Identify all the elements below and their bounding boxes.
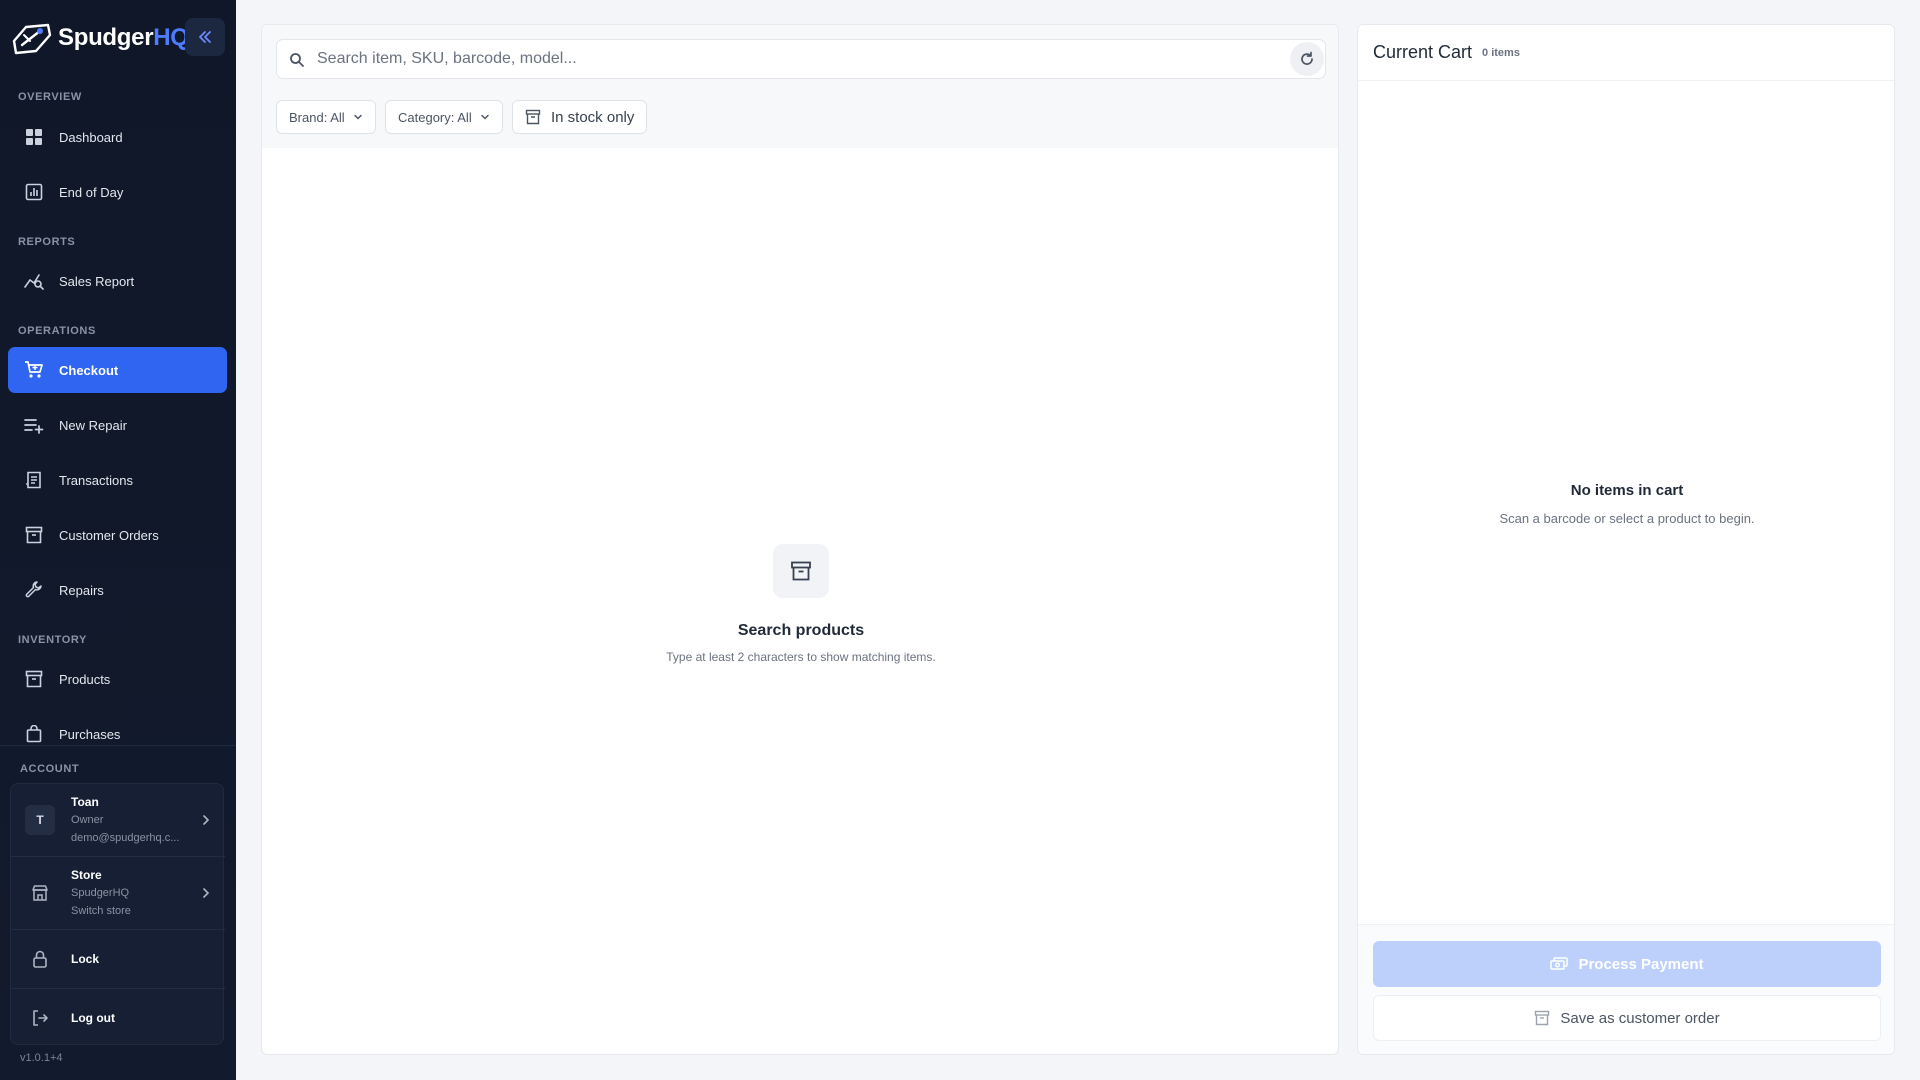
- cart-panel: Current Cart 0 items No items in cart Sc…: [1357, 24, 1895, 1055]
- cart-header: Current Cart 0 items: [1358, 25, 1894, 81]
- store-icon: [25, 884, 55, 902]
- sidebar-item-new-repair[interactable]: New Repair: [8, 402, 227, 448]
- in-stock-toggle[interactable]: In stock only: [512, 100, 648, 134]
- sidebar-item-label: Products: [59, 671, 111, 687]
- sidebar-item-label: Transactions: [59, 472, 133, 488]
- save-customer-order-button[interactable]: Save as customer order: [1373, 995, 1881, 1041]
- section-inventory: INVENTORY: [18, 634, 87, 646]
- chevron-right-icon: [203, 815, 210, 825]
- search-empty-state: Search products Type at least 2 characte…: [262, 544, 1338, 664]
- sidebar-item-customer-orders[interactable]: Customer Orders: [8, 512, 227, 558]
- search-icon: [290, 53, 304, 67]
- category-filter-dropdown[interactable]: Category: All: [385, 100, 503, 134]
- cart-footer: Process Payment Save as customer order: [1358, 924, 1894, 1054]
- user-role: Owner: [71, 814, 104, 826]
- search-box: [276, 39, 1326, 79]
- cart-empty-state: No items in cart Scan a barcode or selec…: [1358, 482, 1894, 526]
- switch-store-label: Switch store: [71, 905, 131, 917]
- brand-name: SpudgerHQ: [58, 24, 189, 51]
- sidebar-item-label: End of Day: [59, 184, 124, 200]
- logout-button[interactable]: Log out: [11, 989, 225, 1046]
- sidebar-item-label: Dashboard: [59, 129, 123, 145]
- sidebar-item-dashboard[interactable]: Dashboard: [8, 114, 227, 160]
- lock-label: Lock: [71, 952, 100, 966]
- archive-box-icon: [1535, 1010, 1550, 1026]
- box-icon: [525, 109, 541, 125]
- brand-logo[interactable]: SpudgerHQ: [10, 20, 189, 56]
- shopping-bag-icon: [24, 724, 44, 744]
- cart-title: Current Cart: [1373, 42, 1473, 62]
- process-payment-label: Process Payment: [1578, 955, 1704, 973]
- store-title: Store: [71, 868, 102, 882]
- chevron-down-icon: [353, 114, 362, 120]
- sidebar-item-label: Sales Report: [59, 273, 135, 289]
- cart-item-count: 0 items: [1482, 46, 1520, 59]
- sidebar-item-checkout[interactable]: Checkout: [8, 347, 227, 393]
- product-search-panel: Brand: All Category: All In stock only S…: [261, 24, 1339, 1055]
- product-search-input[interactable]: [317, 40, 1257, 78]
- category-filter-label: Category: All: [398, 109, 472, 125]
- store-switch-row[interactable]: Store SpudgerHQ Switch store: [11, 857, 225, 929]
- collapse-sidebar-button[interactable]: [185, 18, 225, 56]
- brand-filter-label: Brand: All: [289, 109, 345, 125]
- save-customer-order-label: Save as customer order: [1560, 1009, 1720, 1027]
- cart-empty-title: No items in cart: [1570, 482, 1684, 499]
- empty-state-subtitle: Type at least 2 characters to show match…: [666, 650, 936, 664]
- section-operations: OPERATIONS: [18, 325, 96, 337]
- archive-box-icon: [24, 525, 44, 545]
- refresh-icon: [1301, 51, 1313, 65]
- spudger-logo-icon: [12, 23, 52, 55]
- sidebar-item-label: Checkout: [59, 362, 119, 378]
- sidebar-item-label: New Repair: [59, 417, 127, 433]
- refresh-button[interactable]: [1290, 42, 1324, 76]
- box-icon: [24, 669, 44, 689]
- sidebar-item-products[interactable]: Products: [8, 656, 227, 702]
- chevron-down-icon: [480, 114, 489, 120]
- app-version: v1.0.1+4: [20, 1052, 63, 1064]
- sidebar-item-sales-report[interactable]: Sales Report: [8, 258, 227, 304]
- sidebar-item-label: Customer Orders: [59, 527, 159, 543]
- brand-filter-dropdown[interactable]: Brand: All: [276, 100, 376, 134]
- sidebar-item-repairs[interactable]: Repairs: [8, 567, 227, 613]
- sidebar-item-label: Repairs: [59, 582, 104, 598]
- chevron-right-icon: [203, 888, 210, 898]
- user-profile-row[interactable]: T Toan Owner demo@spudgerhq.c...: [11, 784, 225, 856]
- double-chevron-left-icon: [199, 31, 211, 43]
- cash-icon: [1550, 957, 1569, 970]
- in-stock-label: In stock only: [551, 108, 635, 126]
- chart-search-icon: [24, 271, 44, 291]
- process-payment-button[interactable]: Process Payment: [1373, 941, 1881, 987]
- cart-empty-subtitle: Scan a barcode or select a product to be…: [1499, 511, 1755, 526]
- cart-plus-icon: [24, 360, 44, 380]
- avatar: T: [25, 805, 55, 835]
- lock-icon: [25, 950, 55, 968]
- receipt-icon: [24, 470, 44, 490]
- archive-box-icon: [773, 544, 829, 598]
- empty-state-title: Search products: [737, 622, 865, 639]
- bar-chart-icon: [24, 182, 44, 202]
- account-card: T Toan Owner demo@spudgerhq.c... Store S…: [10, 783, 225, 1046]
- lock-button[interactable]: Lock: [11, 930, 225, 988]
- store-name: SpudgerHQ: [71, 887, 130, 899]
- sidebar-item-end-of-day[interactable]: End of Day: [8, 169, 227, 215]
- section-account: ACCOUNT: [20, 763, 80, 775]
- section-reports: REPORTS: [18, 236, 76, 248]
- sidebar-divider: [0, 745, 236, 746]
- logout-label: Log out: [71, 1010, 115, 1025]
- user-name: Toan: [71, 795, 99, 809]
- wrench-icon: [24, 580, 44, 600]
- sidebar: SpudgerHQ OVERVIEW Dashboard End of Day …: [0, 0, 236, 1080]
- section-overview: OVERVIEW: [18, 91, 82, 103]
- user-email: demo@spudgerhq.c...: [71, 832, 180, 844]
- logout-icon: [25, 1009, 55, 1027]
- list-add-icon: [24, 415, 44, 435]
- dashboard-grid-icon: [24, 127, 44, 147]
- sidebar-item-transactions[interactable]: Transactions: [8, 457, 227, 503]
- sidebar-item-purchases[interactable]: Purchases: [8, 711, 227, 757]
- filter-bar: Brand: All Category: All In stock only: [262, 25, 1338, 148]
- sidebar-item-label: Purchases: [59, 726, 121, 742]
